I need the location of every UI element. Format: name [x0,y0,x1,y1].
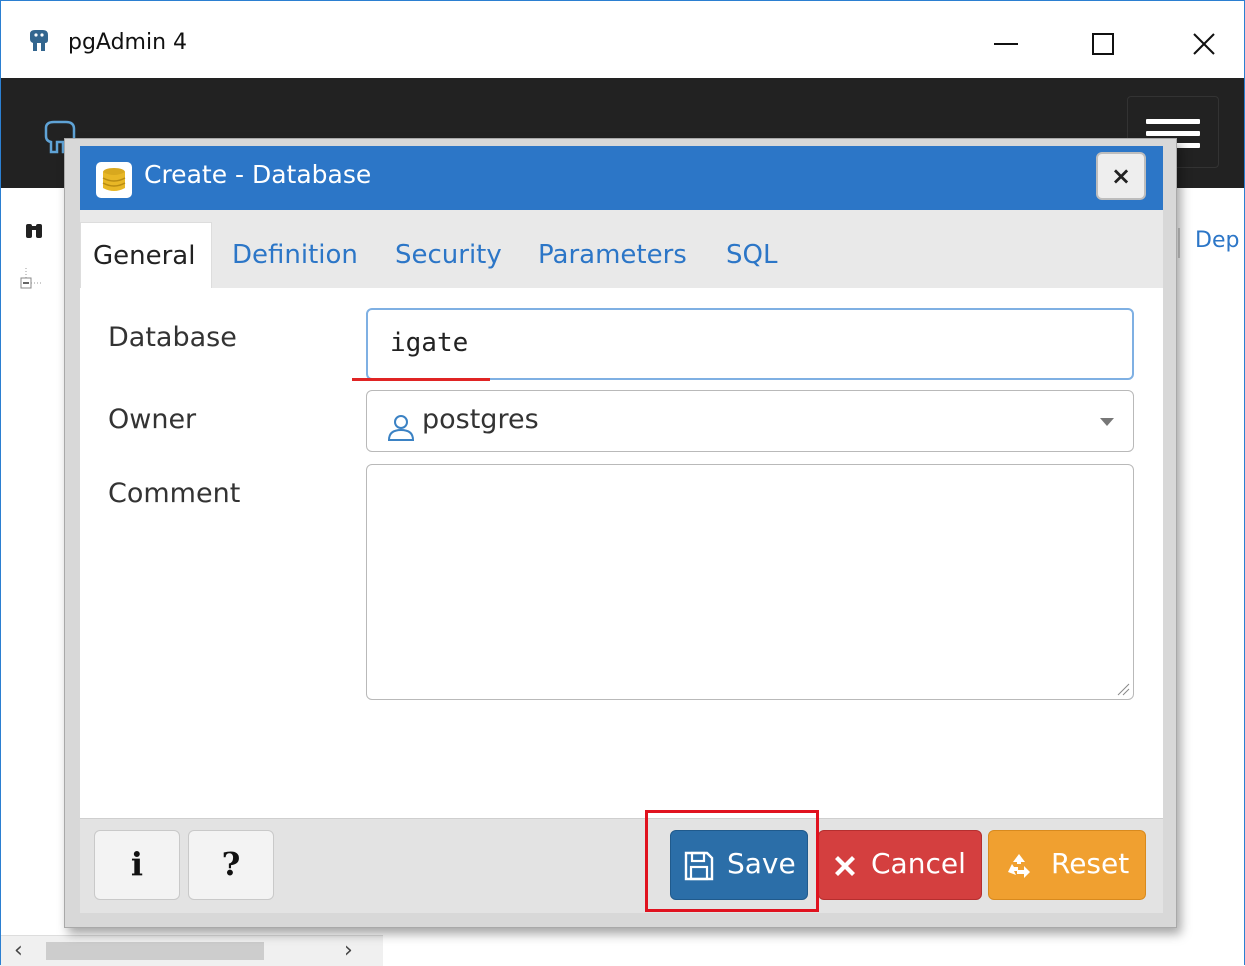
reset-label: Reset [1051,847,1130,880]
tree-expand-icon[interactable] [18,268,48,298]
save-highlight-box [645,810,819,912]
database-name-value: igate [390,328,469,358]
scroll-left-icon[interactable]: ‹ [14,938,23,963]
owner-value: postgres [422,404,539,435]
scrollbar-thumb[interactable] [46,942,264,960]
help-button[interactable]: ? [188,830,274,900]
cancel-button[interactable]: Cancel [818,830,982,900]
comment-label: Comment [108,478,241,509]
user-icon [387,415,415,441]
chevron-down-icon[interactable] [1100,418,1114,426]
comment-textarea[interactable] [366,464,1134,700]
database-icon [96,162,132,198]
binoculars-icon[interactable] [24,220,44,240]
window-title: pgAdmin 4 [68,30,188,55]
database-label: Database [108,322,237,353]
reset-button[interactable]: Reset [988,830,1146,900]
window-titlebar: pgAdmin 4 [0,0,1245,78]
scroll-right-icon[interactable]: › [344,938,353,963]
tab-separator [1178,228,1180,258]
cancel-label: Cancel [871,847,966,880]
tab-sql[interactable]: SQL [726,240,777,270]
cancel-x-icon [835,856,855,876]
maximize-icon[interactable] [1078,14,1128,64]
tab-general-label: General [93,241,196,271]
info-button[interactable]: i [94,830,180,900]
dialog-close-button[interactable]: × [1096,152,1146,200]
tab-parameters[interactable]: Parameters [538,240,687,270]
pgadmin-elephant-icon [30,30,48,51]
horizontal-scrollbar[interactable]: ‹ › [0,935,383,966]
recycle-icon [1008,854,1030,878]
tab-security[interactable]: Security [395,240,502,270]
minimize-icon[interactable] [980,14,1030,64]
owner-label: Owner [108,404,197,435]
dependents-tab-partial[interactable]: Dep [1195,228,1239,253]
close-icon[interactable] [1178,14,1228,64]
tab-definition[interactable]: Definition [232,240,358,270]
resize-handle-icon[interactable] [1114,680,1130,696]
tab-general[interactable]: General [80,222,212,292]
database-name-input[interactable]: igate [366,308,1134,380]
spellcheck-underline [352,378,490,381]
dialog-title: Create - Database [144,160,372,189]
